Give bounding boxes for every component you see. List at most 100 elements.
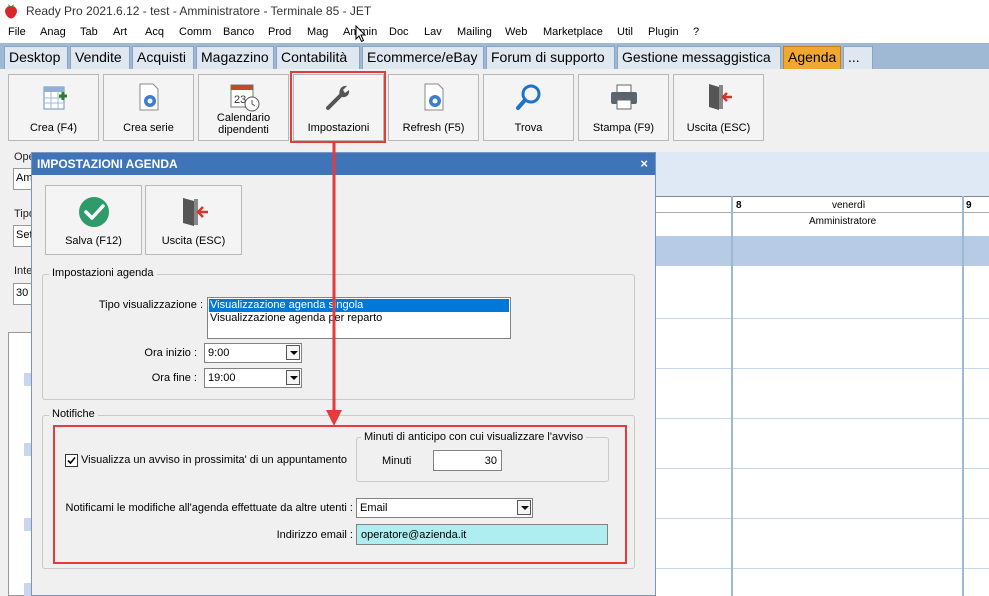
tipo-visualizzazione-list[interactable]: Visualizzazione agenda singola Visualizz… [207, 297, 511, 339]
tab-messaggistica[interactable]: Gestione messaggistica [617, 46, 781, 69]
menu-comm[interactable]: Comm [179, 26, 211, 38]
menu-file[interactable]: File [8, 26, 26, 38]
tab-desktop[interactable]: Desktop [4, 46, 68, 69]
trova-button[interactable]: Trova [483, 74, 574, 141]
menu-web[interactable]: Web [505, 26, 527, 38]
calendar-header: 8 venerdì 9 Amministratore [656, 196, 989, 236]
crea-serie-label: Crea serie [123, 122, 174, 134]
impostazioni-agenda-group-title: Impostazioni agenda [49, 267, 157, 279]
toolbar: Crea (F4) Crea serie 23 Calendario dipend… [0, 69, 989, 147]
search-icon [515, 84, 540, 110]
menu-doc[interactable]: Doc [389, 26, 409, 38]
chevron-down-icon[interactable] [286, 370, 300, 385]
email-field[interactable]: operatore@azienda.it [356, 524, 608, 545]
tab-agenda[interactable]: Agenda [783, 46, 841, 69]
calendar-allday-band [656, 236, 989, 266]
salva-label: Salva (F12) [65, 235, 122, 247]
calendar-clock-icon: 23 [230, 84, 259, 112]
notifiche-group-title: Notifiche [49, 408, 98, 420]
calendario-label: Calendario dipendenti [199, 112, 288, 136]
document-gear-icon [139, 83, 158, 111]
menu-art[interactable]: Art [113, 26, 127, 38]
module-tab-bar: Desktop Vendite Acquisti Magazzino Conta… [0, 43, 989, 69]
crea-label: Crea (F4) [29, 122, 78, 134]
list-item-agenda-reparto[interactable]: Visualizzazione agenda per reparto [209, 312, 509, 325]
crea-button[interactable]: Crea (F4) [8, 74, 99, 141]
ora-inizio-label: Ora inizio : [144, 347, 197, 359]
tab-magazzino[interactable]: Magazzino [196, 46, 274, 69]
calendario-dipendenti-button[interactable]: 23 Calendario dipendenti [198, 74, 289, 141]
ora-fine-value: 19:00 [208, 372, 236, 384]
chevron-down-icon[interactable] [286, 345, 300, 360]
title-bar: Ready Pro 2021.6.12 - test - Amministrat… [0, 0, 989, 23]
document-gear-icon [424, 83, 443, 111]
dialog-uscita-label: Uscita (ESC) [161, 235, 226, 247]
menu-plugin[interactable]: Plugin [648, 26, 679, 38]
day-number: 8 [736, 200, 742, 211]
minuti-group: Minuti di anticipo con cui visualizzare … [356, 431, 609, 482]
annotation-arrow-icon [326, 142, 342, 426]
tab-contabilita[interactable]: Contabilità [276, 46, 360, 69]
menu-util[interactable]: Util [617, 26, 633, 38]
intervallo-label: Inte [14, 265, 33, 277]
menu-prod[interactable]: Prod [268, 26, 291, 38]
menu-help[interactable]: ? [693, 26, 699, 38]
exit-door-icon [182, 198, 208, 226]
email-label: Indirizzo email : [276, 529, 353, 541]
operatore-field[interactable]: Am [13, 168, 32, 190]
calendar-add-icon [43, 86, 67, 110]
impostazioni-button[interactable]: Impostazioni [293, 74, 384, 141]
minuti-input[interactable]: 30 [433, 450, 502, 471]
dialog-title-text: IMPOSTAZIONI AGENDA [37, 157, 178, 171]
exit-door-icon [708, 84, 732, 110]
menu-marketplace[interactable]: Marketplace [543, 26, 603, 38]
avviso-checkbox[interactable] [65, 454, 78, 467]
tipo-field[interactable]: Set [13, 225, 32, 247]
printer-icon [610, 84, 637, 110]
notificami-label: Notificami le modifiche all'agenda effet… [65, 502, 353, 514]
stampa-label: Stampa (F9) [592, 122, 655, 134]
tab-acquisti[interactable]: Acquisti [132, 46, 194, 69]
tab-more[interactable]: ... [843, 46, 873, 69]
wrench-icon [325, 85, 349, 110]
check-circle-icon [78, 197, 109, 227]
menu-banco[interactable]: Banco [223, 26, 254, 38]
day-name: venerdì [832, 200, 866, 211]
salva-button[interactable]: Salva (F12) [45, 185, 142, 255]
menu-mag[interactable]: Mag [307, 26, 328, 38]
uscita-button[interactable]: Uscita (ESC) [673, 74, 764, 141]
close-icon[interactable]: × [640, 156, 648, 171]
notifiche-group: Notifiche Visualizza un avviso in prossi… [42, 408, 635, 569]
menu-tab[interactable]: Tab [80, 26, 98, 38]
menu-mailing[interactable]: Mailing [457, 26, 492, 38]
calendario-label-line2: dipendenti [218, 124, 269, 136]
chevron-down-icon[interactable] [517, 500, 531, 515]
calendario-label-line1: Calendario [216, 112, 271, 124]
tab-ecommerce[interactable]: Ecommerce/eBay [362, 46, 484, 69]
dialog-uscita-button[interactable]: Uscita (ESC) [145, 185, 242, 255]
menu-lav[interactable]: Lav [424, 26, 442, 38]
agenda-calendar[interactable]: 8 venerdì 9 Amministratore [656, 152, 989, 596]
tipo-visualizzazione-label: Tipo visualizzazione : [98, 299, 203, 311]
ora-inizio-select[interactable]: 9:00 [204, 343, 302, 363]
avviso-label[interactable]: Visualizza un avviso in prossimita' di u… [81, 454, 347, 466]
list-item-agenda-singola[interactable]: Visualizzazione agenda singola [209, 299, 509, 312]
crea-serie-button[interactable]: Crea serie [103, 74, 194, 141]
check-icon [67, 456, 76, 465]
ora-fine-select[interactable]: 19:00 [204, 368, 302, 388]
intervallo-field[interactable]: 30 [13, 283, 32, 305]
ora-fine-label: Ora fine : [151, 372, 197, 384]
notificami-select[interactable]: Email [356, 498, 533, 518]
tab-forum[interactable]: Forum di supporto [486, 46, 615, 69]
menu-acq[interactable]: Acq [145, 26, 164, 38]
uscita-label: Uscita (ESC) [686, 122, 751, 134]
calendar-top-band [656, 152, 989, 196]
menu-bar: File Anag Tab Art Acq Comm Banco Prod Ma… [0, 23, 989, 43]
ora-inizio-value: 9:00 [208, 347, 230, 359]
svg-text:23: 23 [234, 94, 246, 106]
stampa-button[interactable]: Stampa (F9) [578, 74, 669, 141]
window-title: Ready Pro 2021.6.12 - test - Amministrat… [26, 4, 372, 18]
refresh-button[interactable]: Refresh (F5) [388, 74, 479, 141]
tab-vendite[interactable]: Vendite [70, 46, 130, 69]
menu-anag[interactable]: Anag [40, 26, 66, 38]
